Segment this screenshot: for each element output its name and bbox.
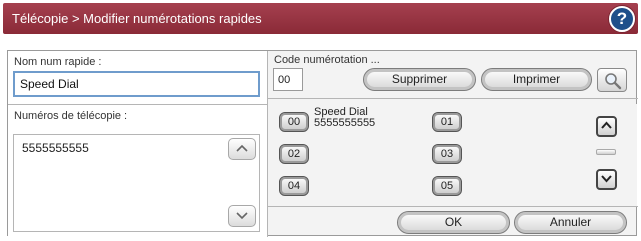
entry-05-button[interactable]: 05 <box>432 176 462 196</box>
cancel-button[interactable]: Annuler <box>514 211 627 234</box>
entry-00-button[interactable]: 00 <box>279 112 309 132</box>
entry-00-number: 5555555555 <box>314 117 376 129</box>
list-scroll-up-button[interactable] <box>596 116 617 137</box>
left-column: Nom num rapide : Speed Dial Numéros de t… <box>8 51 267 237</box>
page-title: Télécopie > Modifier numérotations rapid… <box>12 11 262 26</box>
entry-code: 00 <box>287 116 301 128</box>
magnifier-icon <box>605 73 622 90</box>
cancel-button-label: Annuler <box>549 215 592 229</box>
fax-number-value: 5555555555 <box>22 141 89 155</box>
entry-04-button[interactable]: 04 <box>279 176 309 196</box>
entry-code: 03 <box>440 148 454 160</box>
entry-code: 05 <box>440 180 454 192</box>
speed-dial-code-field[interactable]: 00 <box>273 68 303 91</box>
ok-button[interactable]: OK <box>397 211 510 234</box>
entry-03-button[interactable]: 03 <box>432 144 462 164</box>
speed-dial-code-label: Code numérotation ... <box>274 54 380 66</box>
help-icon: ? <box>616 9 628 28</box>
list-scroll-thumb[interactable] <box>596 149 616 155</box>
print-button-label: Imprimer <box>512 72 561 86</box>
speed-dial-list: 00 Speed Dial 5555555555 01 02 03 04 05 <box>269 104 637 207</box>
fax-numbers-field[interactable]: 5555555555 <box>13 134 260 232</box>
chevron-down-icon <box>601 175 612 183</box>
title-bar: Télécopie > Modifier numérotations rapid… <box>3 3 638 34</box>
fax-scroll-up-button[interactable] <box>228 138 256 160</box>
entry-code: 01 <box>440 116 454 128</box>
speed-dial-name-field[interactable]: Speed Dial <box>13 71 260 97</box>
fax-numbers-label: Numéros de télécopie : <box>14 110 128 122</box>
chevron-up-icon <box>601 121 612 129</box>
delete-button[interactable]: Supprimer <box>363 68 476 91</box>
entry-02-button[interactable]: 02 <box>279 144 309 164</box>
ok-button-label: OK <box>444 215 463 229</box>
right-divider-bottom <box>268 206 638 207</box>
search-button[interactable] <box>597 68 627 92</box>
left-divider <box>8 104 267 105</box>
fax-scroll-down-button[interactable] <box>228 205 256 227</box>
delete-button-label: Supprimer <box>391 72 448 86</box>
column-divider <box>267 51 268 237</box>
speed-dial-edit-screen: Télécopie > Modifier numérotations rapid… <box>0 0 641 241</box>
list-scroll-down-button[interactable] <box>596 169 617 190</box>
entry-code: 02 <box>287 148 301 160</box>
right-divider-top <box>268 98 638 99</box>
entry-01-button[interactable]: 01 <box>432 112 462 132</box>
main-panel: Nom num rapide : Speed Dial Numéros de t… <box>7 50 638 237</box>
help-button[interactable]: ? <box>609 6 635 32</box>
speed-dial-code-value: 00 <box>278 74 291 86</box>
speed-dial-name-label: Nom num rapide : <box>14 56 102 68</box>
print-button[interactable]: Imprimer <box>481 68 592 91</box>
chevron-up-icon <box>236 144 248 152</box>
speed-dial-name-value: Speed Dial <box>20 77 79 91</box>
chevron-down-icon <box>236 212 248 220</box>
entry-code: 04 <box>287 180 301 192</box>
